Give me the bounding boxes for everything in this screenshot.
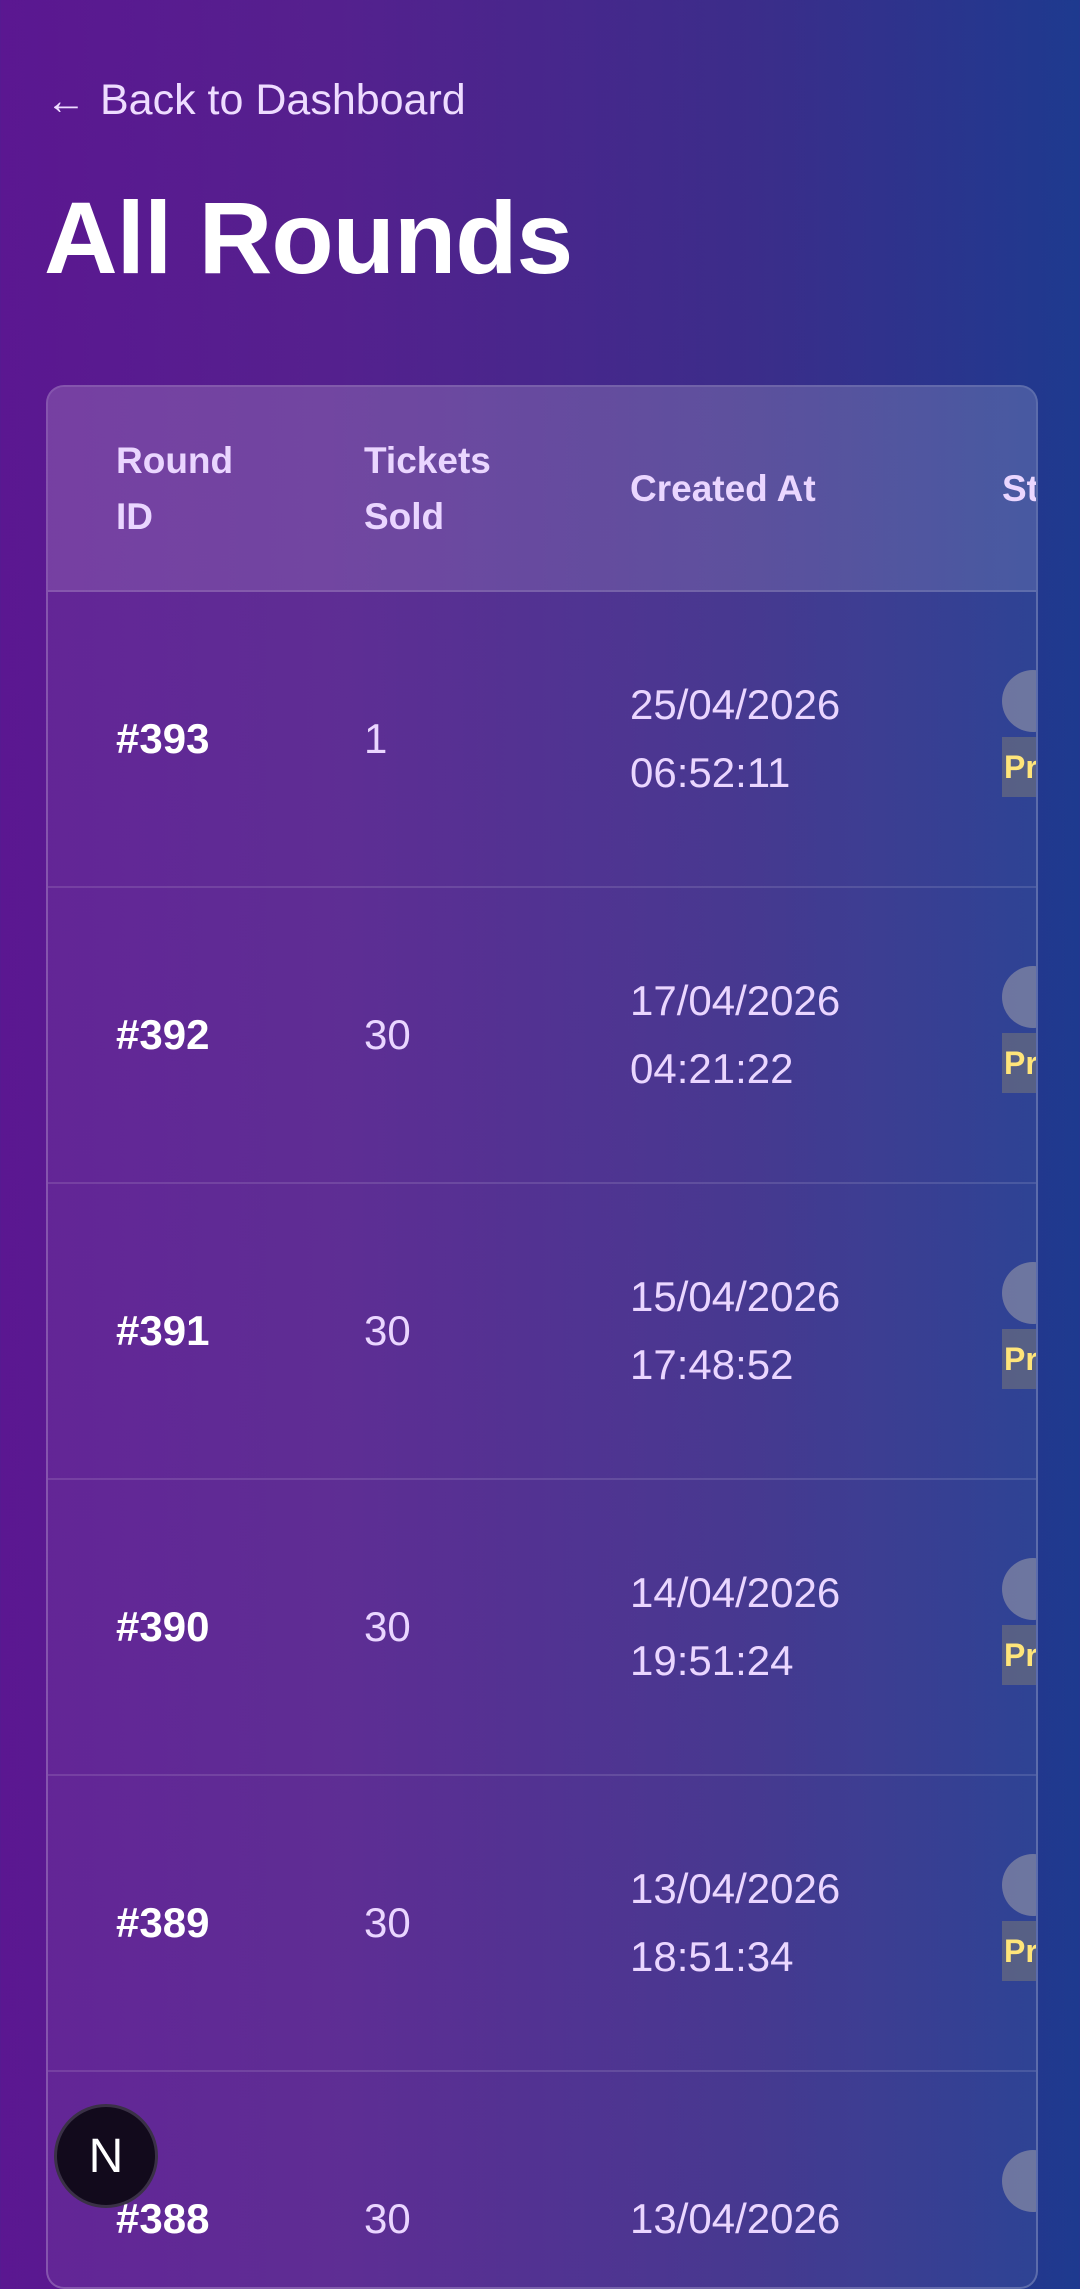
created-time: 06:52:11 <box>630 749 791 796</box>
status-badge: Pr <box>1002 1329 1036 1389</box>
created-date: 15/04/2026 <box>630 1273 841 1320</box>
tickets-sold-cell: 30 <box>364 1011 411 1058</box>
created-date: 13/04/2026 <box>630 1865 841 1912</box>
status-badge: Pr <box>1002 737 1036 797</box>
tickets-sold-cell: 30 <box>364 2195 411 2242</box>
status-badge: Pr <box>1002 1033 1036 1093</box>
column-header-round-id: Round ID <box>116 439 234 537</box>
column-header-tickets-sold: Tickets Sold <box>364 439 491 537</box>
arrow-left-icon: ← <box>46 78 86 123</box>
table-row[interactable]: #390 30 14/04/2026 19:51:24 Pr <box>48 1480 1036 1776</box>
status-avatar <box>1002 1262 1036 1324</box>
created-at-cell: 14/04/2026 19:51:24 <box>630 1559 930 1695</box>
created-at-cell: 13/04/2026 <box>630 2185 930 2253</box>
status-cell: Pr <box>1002 1262 1036 1392</box>
created-date: 14/04/2026 <box>630 1569 841 1616</box>
status-cell <box>1002 2150 1036 2280</box>
status-badge: Pr <box>1002 1625 1036 1685</box>
table-row[interactable]: #392 30 17/04/2026 04:21:22 Pr <box>48 888 1036 1184</box>
created-at-cell: 15/04/2026 17:48:52 <box>630 1263 930 1399</box>
tickets-sold-cell: 30 <box>364 1603 411 1650</box>
status-cell: Pr <box>1002 1854 1036 1984</box>
created-at-cell: 13/04/2026 18:51:34 <box>630 1855 930 1991</box>
round-id-cell: #390 <box>116 1603 210 1650</box>
back-link-label: Back to Dashboard <box>100 76 466 124</box>
round-id-cell: #392 <box>116 1011 210 1058</box>
created-time: 18:51:34 <box>630 1933 794 1980</box>
status-avatar <box>1002 670 1036 732</box>
column-header-created-at: Created At <box>630 467 816 509</box>
tickets-sold-cell: 1 <box>364 715 388 762</box>
status-cell: Pr <box>1002 670 1036 800</box>
created-at-cell: 17/04/2026 04:21:22 <box>630 967 930 1103</box>
tickets-sold-cell: 30 <box>364 1899 411 1946</box>
round-id-cell: #393 <box>116 715 210 762</box>
column-header-status: St <box>1002 467 1038 509</box>
round-id-cell: #388 <box>116 2195 210 2242</box>
rounds-table: Round ID Tickets Sold Created At St #393… <box>46 385 1038 2289</box>
created-time: 17:48:52 <box>630 1341 794 1388</box>
table-row[interactable]: #389 30 13/04/2026 18:51:34 Pr <box>48 1776 1036 2072</box>
page-title: All Rounds <box>44 181 573 295</box>
created-date: 17/04/2026 <box>630 977 841 1024</box>
nextjs-dev-tools-button[interactable]: N <box>54 2104 158 2208</box>
status-badge: Pr <box>1002 1921 1036 1981</box>
table-row[interactable]: #388 30 13/04/2026 <box>48 2072 1036 2287</box>
created-date: 13/04/2026 <box>630 2195 841 2242</box>
created-time: 19:51:24 <box>630 1637 794 1684</box>
table-header: Round ID Tickets Sold Created At St <box>48 387 1036 592</box>
status-cell: Pr <box>1002 966 1036 1096</box>
back-to-dashboard-link[interactable]: ← Back to Dashboard <box>46 76 466 125</box>
created-time: 04:21:22 <box>630 1045 794 1092</box>
status-avatar <box>1002 1854 1036 1916</box>
table-row[interactable]: #391 30 15/04/2026 17:48:52 Pr <box>48 1184 1036 1480</box>
created-at-cell: 25/04/2026 06:52:11 <box>630 671 930 807</box>
created-date: 25/04/2026 <box>630 681 841 728</box>
status-avatar <box>1002 2150 1036 2212</box>
status-avatar <box>1002 966 1036 1028</box>
table-row[interactable]: #393 1 25/04/2026 06:52:11 Pr <box>48 592 1036 888</box>
round-id-cell: #389 <box>116 1899 210 1946</box>
tickets-sold-cell: 30 <box>364 1307 411 1354</box>
status-avatar <box>1002 1558 1036 1620</box>
round-id-cell: #391 <box>116 1307 210 1354</box>
status-cell: Pr <box>1002 1558 1036 1688</box>
